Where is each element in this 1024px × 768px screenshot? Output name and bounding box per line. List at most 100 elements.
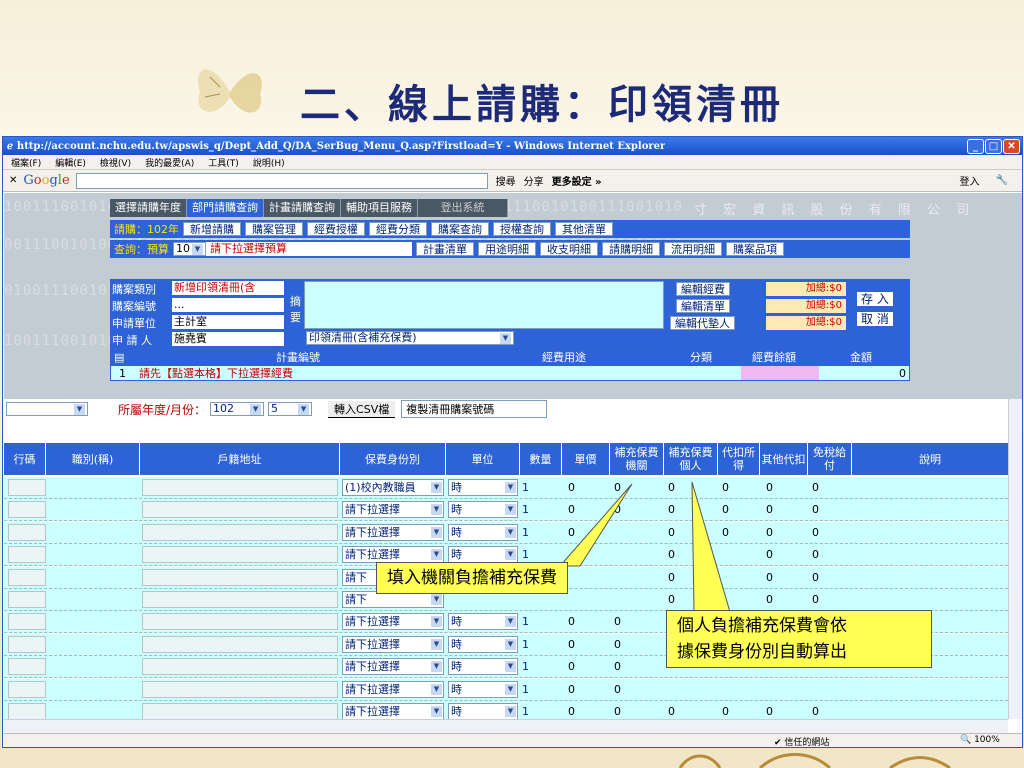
budget-select[interactable]: 10 ▼ xyxy=(173,242,206,256)
line-code-cell[interactable] xyxy=(8,658,46,676)
address-cell[interactable] xyxy=(142,479,338,496)
address-cell[interactable] xyxy=(142,658,338,676)
other-withheld-cell[interactable]: 0 xyxy=(766,479,773,497)
edit-advancer-button[interactable]: 編輯代墊人 xyxy=(670,316,735,330)
note-cell[interactable] xyxy=(856,479,1004,496)
price-cell[interactable]: 0 xyxy=(568,524,575,542)
unit-value[interactable]: 主計室 xyxy=(172,315,284,329)
insured-status-select[interactable]: 請下拉選擇 ▼ xyxy=(342,658,444,676)
case-no-value[interactable]: ... xyxy=(172,298,284,312)
address-cell[interactable] xyxy=(142,523,338,541)
note-cell[interactable] xyxy=(856,703,1004,720)
line-code-cell[interactable] xyxy=(8,703,46,720)
item-row[interactable]: 1 請先【點選本格】下拉選擇經費 0 xyxy=(110,365,910,381)
qty-cell[interactable]: 1 xyxy=(522,636,529,654)
menu-help[interactable]: 說明(H) xyxy=(253,156,285,169)
address-cell[interactable] xyxy=(142,635,338,653)
list-icon[interactable]: ▤ xyxy=(114,351,124,365)
title-cell[interactable] xyxy=(48,680,138,698)
import-csv-button[interactable]: 轉入CSV檔 xyxy=(328,400,396,418)
case-items-button[interactable]: 購案品項 xyxy=(726,242,784,256)
tax-free-cell[interactable]: 0 xyxy=(812,501,819,519)
qty-cell[interactable]: 1 xyxy=(522,479,529,497)
note-cell[interactable] xyxy=(856,523,1004,541)
auth-query-button[interactable]: 授權查詢 xyxy=(493,222,551,236)
insured-status-select[interactable]: 請下拉選擇 ▼ xyxy=(342,546,444,564)
org-premium-cell[interactable]: 0 xyxy=(614,681,621,699)
wrench-icon[interactable]: 🔧 xyxy=(996,175,1008,186)
item-hint[interactable]: 請先【點選本格】下拉選擇經費 xyxy=(139,366,293,381)
withheld-income-cell[interactable]: 0 xyxy=(722,501,729,519)
insured-status-select[interactable]: 請下拉選擇 ▼ xyxy=(342,703,444,720)
note-cell[interactable] xyxy=(856,680,1004,698)
title-cell[interactable] xyxy=(48,479,138,496)
unit-select[interactable]: 時 ▼ xyxy=(448,703,518,720)
google-login-button[interactable]: 登入 xyxy=(960,173,980,188)
unit-select[interactable]: 時 ▼ xyxy=(448,479,518,496)
note-cell[interactable] xyxy=(856,546,1004,564)
nav-aux-service[interactable]: 輔助項目服務 xyxy=(341,199,418,217)
org-premium-cell[interactable]: 0 xyxy=(614,501,621,519)
address-cell[interactable] xyxy=(142,591,338,608)
line-code-cell[interactable] xyxy=(8,591,46,608)
org-premium-cell[interactable]: 0 xyxy=(614,613,621,631)
close-button[interactable]: ✕ xyxy=(1003,138,1020,154)
fund-class-button[interactable]: 經費分類 xyxy=(369,222,427,236)
line-code-cell[interactable] xyxy=(8,680,46,698)
maximize-button[interactable]: □ xyxy=(985,138,1002,154)
line-code-cell[interactable] xyxy=(8,568,46,586)
title-cell[interactable] xyxy=(48,635,138,653)
purchase-detail-button[interactable]: 請購明細 xyxy=(602,242,660,256)
category-select[interactable]: 印領清冊(含補充保費) ▼ xyxy=(306,331,514,345)
org-premium-cell[interactable]: 0 xyxy=(614,658,621,676)
google-search-input[interactable] xyxy=(75,172,488,189)
price-cell[interactable]: 0 xyxy=(568,479,575,497)
unit-select[interactable]: 時 ▼ xyxy=(448,635,518,653)
title-cell[interactable] xyxy=(48,591,138,608)
close-toolbar-icon[interactable]: ✕ xyxy=(9,175,17,186)
unit-select[interactable]: 時 ▼ xyxy=(448,501,518,519)
org-premium-cell[interactable]: 0 xyxy=(614,479,621,497)
tax-free-cell[interactable]: 0 xyxy=(812,479,819,497)
address-cell[interactable] xyxy=(142,680,338,698)
vertical-scrollbar[interactable] xyxy=(1008,399,1022,719)
google-share-button[interactable]: 分享 xyxy=(524,173,544,188)
fund-auth-button[interactable]: 經費授權 xyxy=(307,222,365,236)
price-cell[interactable]: 0 xyxy=(568,501,575,519)
unit-select[interactable]: 時 ▼ xyxy=(448,546,518,564)
line-code-cell[interactable] xyxy=(8,523,46,541)
address-cell[interactable] xyxy=(142,501,338,519)
price-cell[interactable]: 0 xyxy=(568,613,575,631)
copy-case-no-input[interactable]: 複製清冊購案號碼 xyxy=(401,400,548,418)
applicant-value[interactable]: 施堯賓 xyxy=(172,332,284,346)
other-withheld-cell[interactable]: 0 xyxy=(766,546,773,564)
cancel-button[interactable]: 取 消 xyxy=(856,311,894,327)
address-cell[interactable] xyxy=(142,613,338,631)
save-button[interactable]: 存 入 xyxy=(856,291,894,307)
title-cell[interactable] xyxy=(48,523,138,541)
line-code-cell[interactable] xyxy=(8,479,46,496)
edit-fund-button[interactable]: 編輯經費 xyxy=(676,282,730,296)
case-manage-button[interactable]: 購案管理 xyxy=(245,222,303,236)
line-code-cell[interactable] xyxy=(8,613,46,631)
note-cell[interactable] xyxy=(856,501,1004,519)
tax-free-cell[interactable]: 0 xyxy=(812,524,819,542)
new-purchase-button[interactable]: 新增請購 xyxy=(183,222,241,236)
insured-status-select[interactable]: (1)校內教職員 ▼ xyxy=(342,479,444,496)
tax-free-cell[interactable]: 0 xyxy=(812,569,819,587)
address-cell[interactable] xyxy=(142,703,338,720)
price-cell[interactable]: 0 xyxy=(568,636,575,654)
menu-view[interactable]: 檢視(V) xyxy=(100,156,131,169)
withheld-income-cell[interactable]: 0 xyxy=(722,479,729,497)
unit-select[interactable]: 時 ▼ xyxy=(448,680,518,698)
note-cell[interactable] xyxy=(856,591,1004,608)
qty-cell[interactable]: 1 xyxy=(522,658,529,676)
menu-edit[interactable]: 編輯(E) xyxy=(55,156,86,169)
other-withheld-cell[interactable]: 0 xyxy=(766,501,773,519)
horizontal-scrollbar[interactable] xyxy=(4,719,1008,733)
tax-free-cell[interactable]: 0 xyxy=(812,591,819,609)
nav-plan-query[interactable]: 計畫請購查詢 xyxy=(264,199,341,217)
other-withheld-cell[interactable]: 0 xyxy=(766,569,773,587)
note-cell[interactable] xyxy=(856,568,1004,586)
line-code-cell[interactable] xyxy=(8,546,46,564)
